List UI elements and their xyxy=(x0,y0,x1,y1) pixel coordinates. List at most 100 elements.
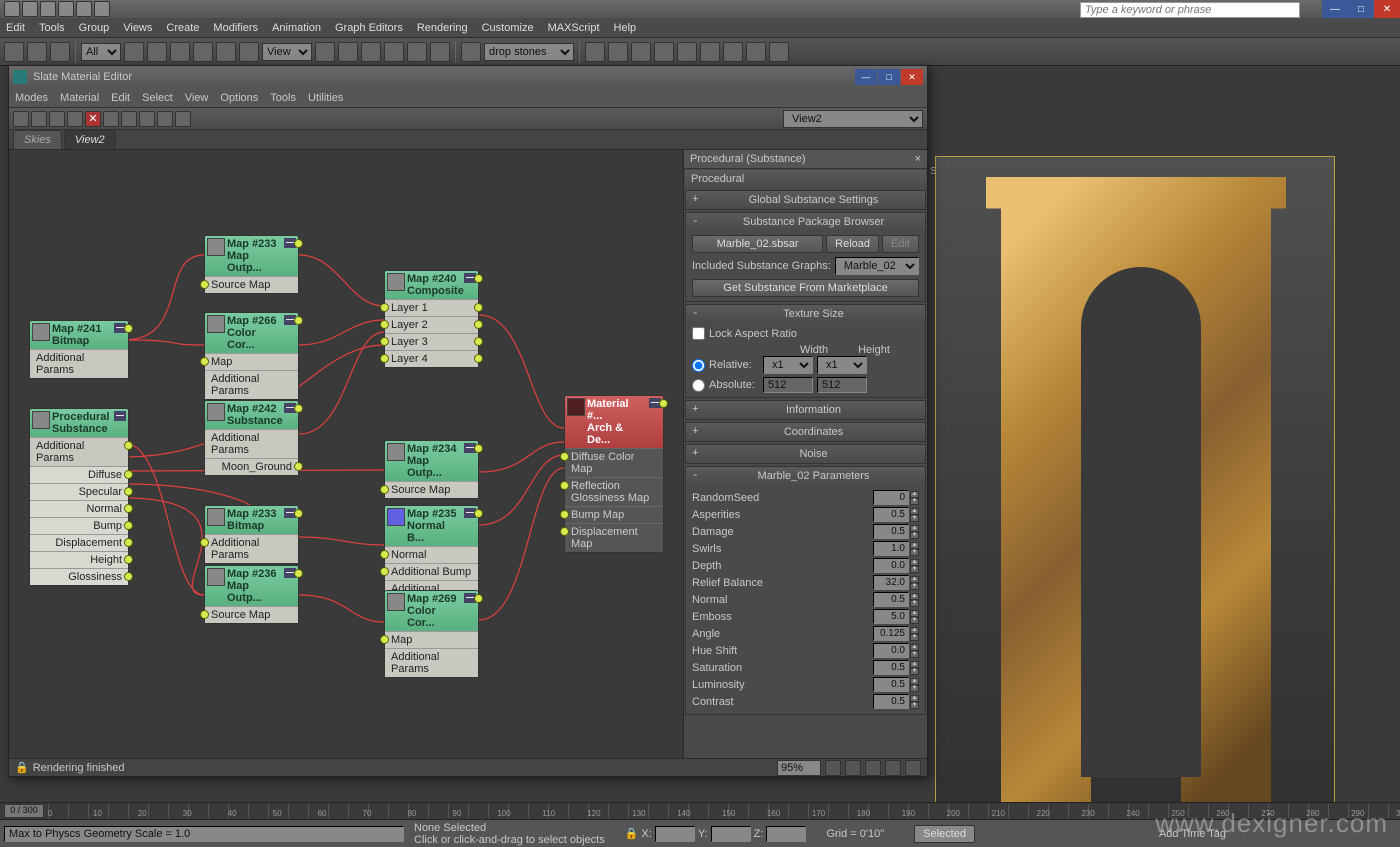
selected-button[interactable]: Selected xyxy=(914,825,975,843)
node-map-269[interactable]: —Map #269Color Cor... Map Additional Par… xyxy=(384,590,479,678)
menu-edit[interactable]: Edit xyxy=(6,22,25,34)
abs-height-input[interactable] xyxy=(817,377,867,393)
node-map-240-composite[interactable]: —Map #240Composite Layer 1 Layer 2 Layer… xyxy=(384,270,479,368)
rollout-coordinates[interactable]: +Coordinates xyxy=(686,423,925,441)
marketplace-button[interactable]: Get Substance From Marketplace xyxy=(692,279,919,297)
rel-height-select[interactable]: x1 xyxy=(817,356,867,374)
manipulate-icon[interactable] xyxy=(338,42,358,62)
align-icon[interactable] xyxy=(608,42,628,62)
node-graph[interactable]: —Map #241Bitmap Additional Params —Proce… xyxy=(9,150,683,758)
zoom-region-icon[interactable] xyxy=(885,760,901,776)
spinner-down-icon[interactable]: ▼ xyxy=(910,498,919,505)
spinner-up-icon[interactable]: ▲ xyxy=(910,508,919,515)
slate-menu-tools[interactable]: Tools xyxy=(270,92,296,104)
menu-grapheditors[interactable]: Graph Editors xyxy=(335,22,403,34)
menu-rendering[interactable]: Rendering xyxy=(417,22,468,34)
param-spinner[interactable]: 1.0 ▲▼ xyxy=(873,541,919,556)
zoom-input[interactable]: 95% xyxy=(777,760,821,776)
menu-tools[interactable]: Tools xyxy=(39,22,65,34)
slate-maximize-icon[interactable]: □ xyxy=(878,69,900,85)
slate-tool-icon[interactable] xyxy=(139,111,155,127)
slate-tool-icon[interactable] xyxy=(175,111,191,127)
menu-maxscript[interactable]: MAXScript xyxy=(548,22,600,34)
search-input[interactable] xyxy=(1080,2,1300,18)
save-icon[interactable] xyxy=(58,1,74,17)
material-editor-icon[interactable] xyxy=(700,42,720,62)
spinner-up-icon[interactable]: ▲ xyxy=(910,542,919,549)
slate-tool-icon[interactable] xyxy=(31,111,47,127)
spinner-down-icon[interactable]: ▼ xyxy=(910,600,919,607)
spinner-up-icon[interactable]: ▲ xyxy=(910,644,919,651)
spinner-down-icon[interactable]: ▼ xyxy=(910,549,919,556)
transform-x-input[interactable] xyxy=(655,826,695,842)
spinnersnap-icon[interactable] xyxy=(430,42,450,62)
rollout-package-browser[interactable]: -Substance Package Browser xyxy=(686,213,925,231)
included-graphs-select[interactable]: Marble_02 xyxy=(835,257,919,275)
select-paint-icon[interactable] xyxy=(170,42,190,62)
spinner-up-icon[interactable]: ▲ xyxy=(910,610,919,617)
undo-icon[interactable] xyxy=(76,1,92,17)
spinner-up-icon[interactable]: ▲ xyxy=(910,576,919,583)
rollout-procedural[interactable]: Procedural xyxy=(685,170,926,188)
spinner-up-icon[interactable]: ▲ xyxy=(910,661,919,668)
menu-create[interactable]: Create xyxy=(166,22,199,34)
lock-aspect-checkbox[interactable] xyxy=(692,327,705,340)
slate-tool-icon[interactable] xyxy=(157,111,173,127)
new-icon[interactable] xyxy=(22,1,38,17)
node-map-233-bitmap[interactable]: —Map #233Bitmap Additional Params xyxy=(204,505,299,564)
spinner-up-icon[interactable]: ▲ xyxy=(910,559,919,566)
spinner-down-icon[interactable]: ▼ xyxy=(910,532,919,539)
node-map-242[interactable]: —Map #242Substance Additional Params Moo… xyxy=(204,400,299,476)
scale-icon[interactable] xyxy=(239,42,259,62)
timeline-slider[interactable]: 0 / 300 xyxy=(4,804,44,818)
maxscript-listener[interactable] xyxy=(4,826,404,842)
menu-animation[interactable]: Animation xyxy=(272,22,321,34)
param-spinner[interactable]: 0.5 ▲▼ xyxy=(873,507,919,522)
slate-menu-options[interactable]: Options xyxy=(220,92,258,104)
bind-icon[interactable] xyxy=(50,42,70,62)
slate-menu-edit[interactable]: Edit xyxy=(111,92,130,104)
slate-minimize-icon[interactable]: — xyxy=(855,69,877,85)
param-spinner[interactable]: 0.5 ▲▼ xyxy=(873,677,919,692)
layers-icon[interactable] xyxy=(631,42,651,62)
rollout-global-settings[interactable]: +Global Substance Settings xyxy=(686,191,925,209)
slate-close-icon[interactable]: ✕ xyxy=(901,69,923,85)
node-bitmap-241[interactable]: —Map #241Bitmap Additional Params xyxy=(29,320,129,379)
absolute-radio[interactable] xyxy=(692,379,705,392)
node-procedural-substance[interactable]: —ProceduralSubstance Additional Params D… xyxy=(29,408,129,586)
spinner-down-icon[interactable]: ▼ xyxy=(910,651,919,658)
transform-y-input[interactable] xyxy=(711,826,751,842)
node-material[interactable]: —Material #...Arch & De... Diffuse Color… xyxy=(564,395,664,553)
param-spinner[interactable]: 0.5 ▲▼ xyxy=(873,660,919,675)
node-collapse-icon[interactable]: — xyxy=(114,411,126,421)
select-icon[interactable] xyxy=(124,42,144,62)
edit-button[interactable]: Edit xyxy=(882,235,919,253)
param-spinner[interactable]: 0.0 ▲▼ xyxy=(873,558,919,573)
reference-coord-select[interactable]: View xyxy=(262,43,312,61)
param-spinner[interactable]: 0.5 ▲▼ xyxy=(873,694,919,709)
spinner-up-icon[interactable]: ▲ xyxy=(910,593,919,600)
relative-radio[interactable] xyxy=(692,359,705,372)
panel-close-icon[interactable]: × xyxy=(915,153,921,165)
spinner-down-icon[interactable]: ▼ xyxy=(910,583,919,590)
param-spinner[interactable]: 0.125 ▲▼ xyxy=(873,626,919,641)
unlink-icon[interactable] xyxy=(27,42,47,62)
rollout-marble-params[interactable]: -Marble_02 Parameters xyxy=(686,467,925,485)
slate-menu-view[interactable]: View xyxy=(185,92,209,104)
spinner-up-icon[interactable]: ▲ xyxy=(910,491,919,498)
percentsnap-icon[interactable] xyxy=(407,42,427,62)
menu-customize[interactable]: Customize xyxy=(482,22,534,34)
link-icon[interactable] xyxy=(4,42,24,62)
pan-icon[interactable] xyxy=(825,760,841,776)
select-rect-icon[interactable] xyxy=(147,42,167,62)
tab-skies[interactable]: Skies xyxy=(13,130,62,149)
slate-menu-select[interactable]: Select xyxy=(142,92,173,104)
pivot-icon[interactable] xyxy=(315,42,335,62)
spinner-down-icon[interactable]: ▼ xyxy=(910,668,919,675)
window-minimize-icon[interactable]: — xyxy=(1322,0,1348,18)
spinner-down-icon[interactable]: ▼ xyxy=(910,685,919,692)
slate-tool-icon[interactable] xyxy=(13,111,29,127)
rollout-noise[interactable]: +Noise xyxy=(686,445,925,463)
zoom-icon[interactable] xyxy=(845,760,861,776)
spinner-down-icon[interactable]: ▼ xyxy=(910,702,919,709)
